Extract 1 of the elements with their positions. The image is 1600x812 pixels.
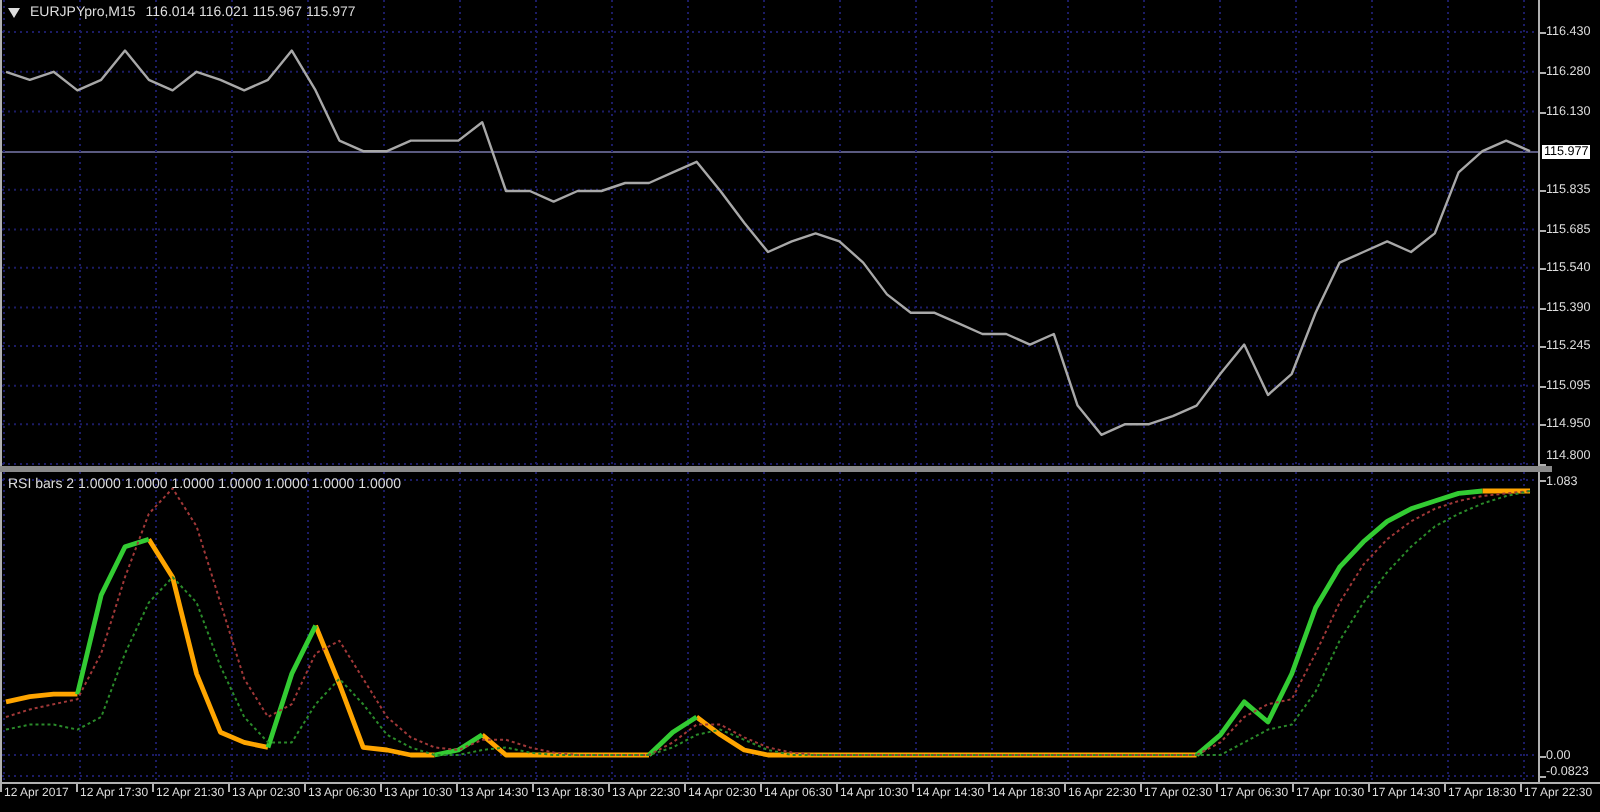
- dropdown-triangle-icon[interactable]: [8, 8, 20, 18]
